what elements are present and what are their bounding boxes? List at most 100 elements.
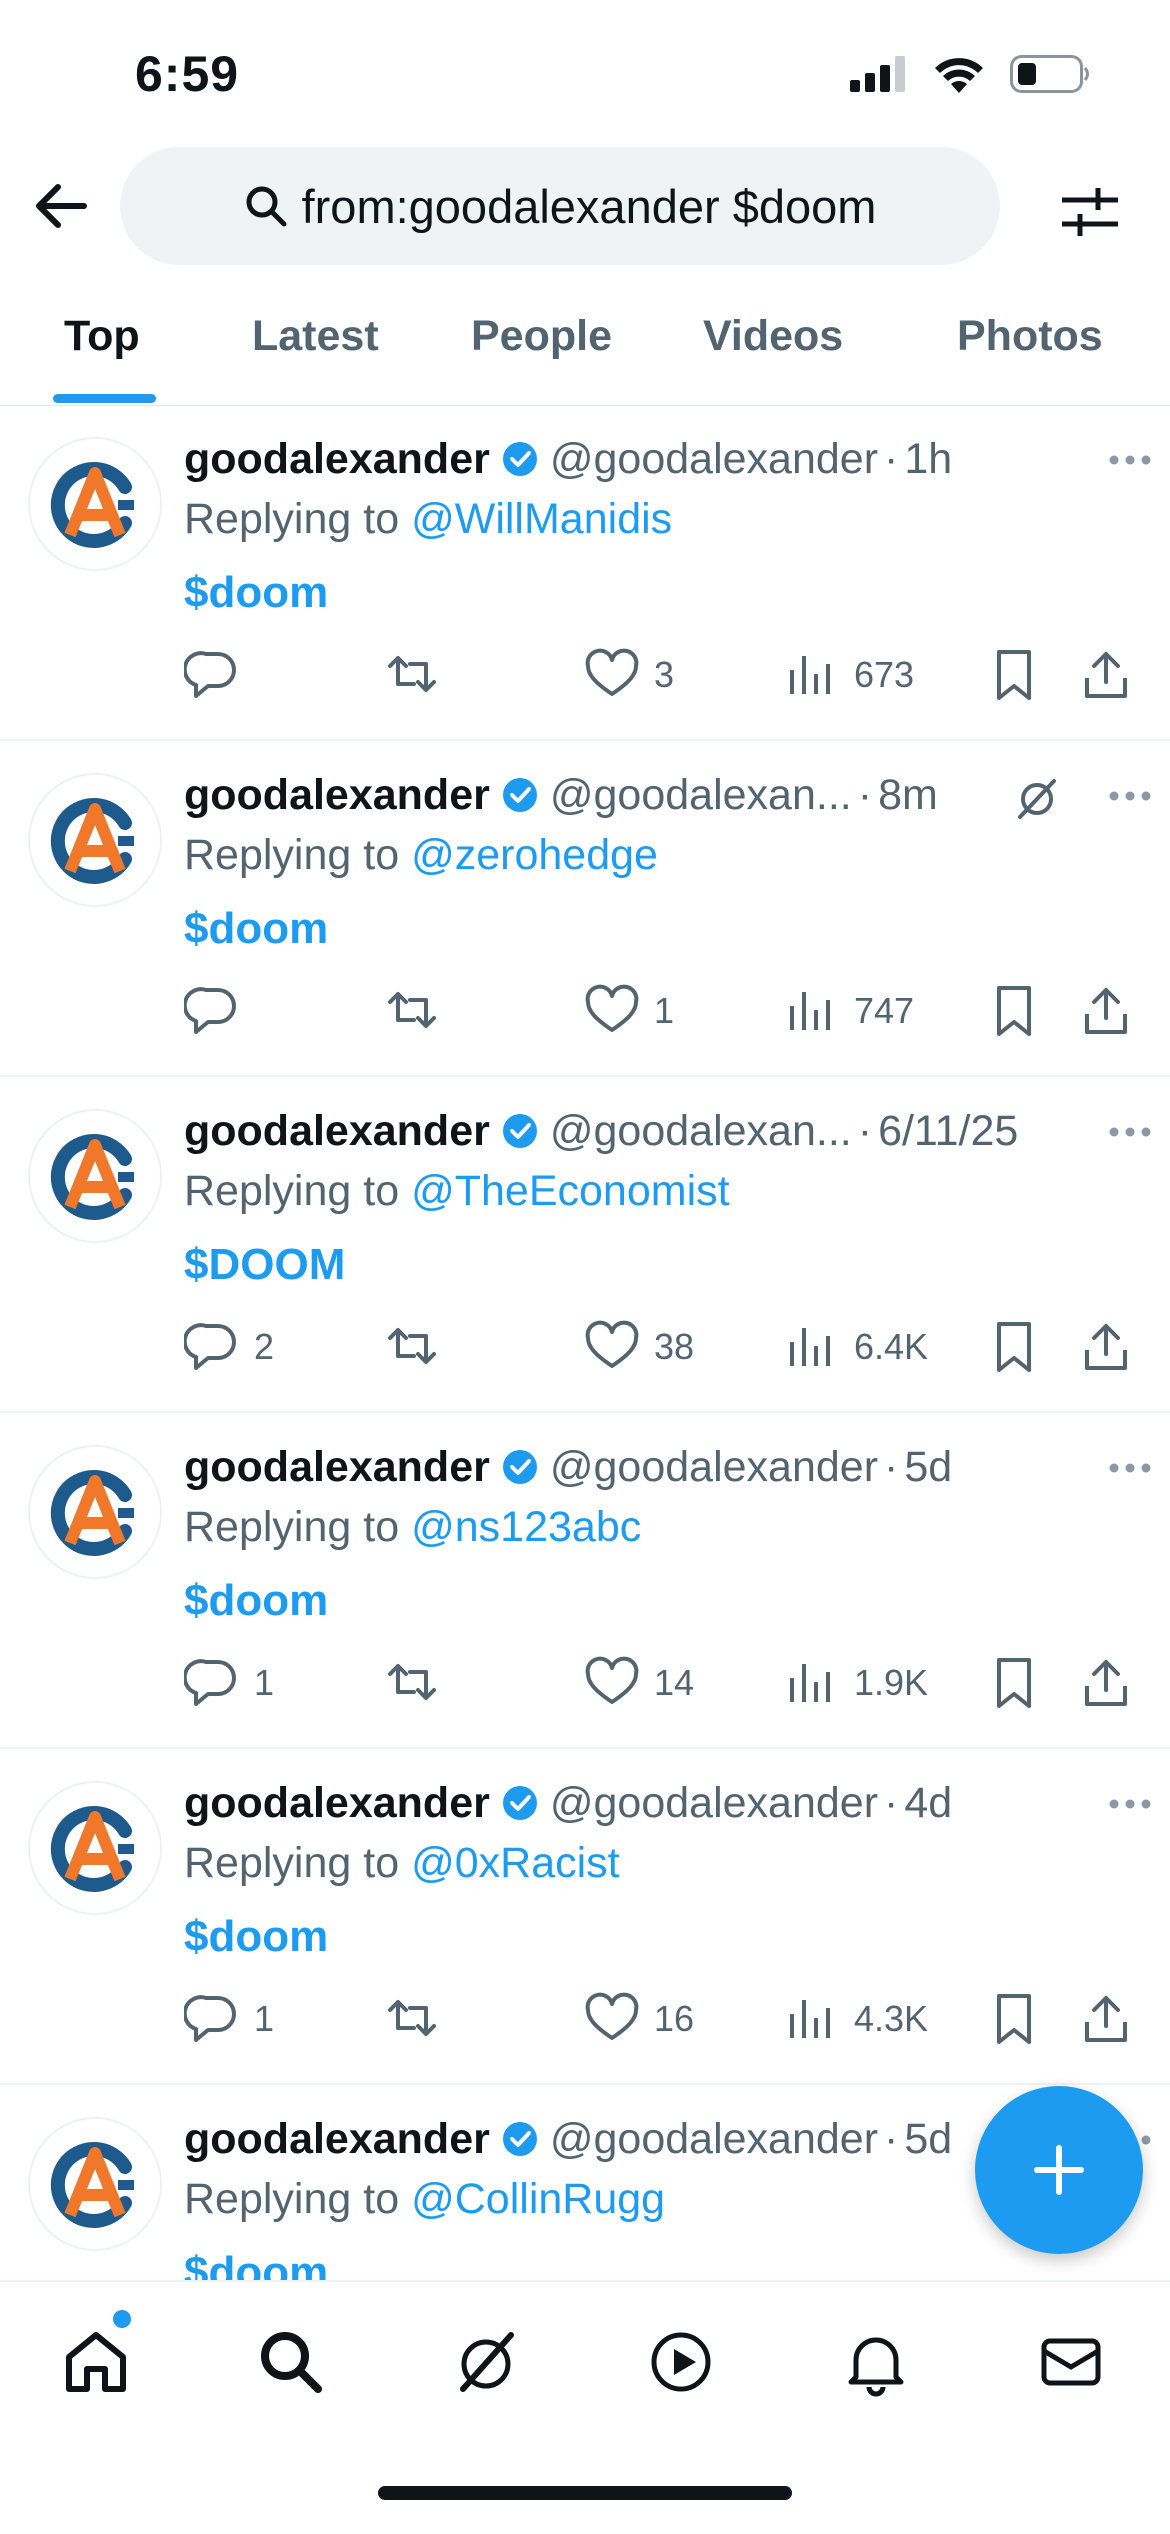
mention-link[interactable]: @WillManidis [411, 495, 672, 543]
author-name[interactable]: goodalexander [184, 435, 490, 484]
share-button[interactable] [1081, 1648, 1137, 1718]
reply-button[interactable]: 1 [184, 1648, 274, 1718]
nav-videos[interactable] [641, 2322, 721, 2402]
like-button[interactable]: 38 [584, 1312, 694, 1382]
tweet[interactable]: goodalexander @goodalexander · 5d Replying t… [0, 1413, 1170, 1749]
bookmark-button[interactable] [989, 640, 1045, 710]
avatar[interactable] [28, 1445, 162, 1579]
more-options-icon[interactable] [1108, 1461, 1152, 1475]
back-arrow-icon [36, 184, 87, 228]
views-button[interactable]: 6.4K [784, 1312, 928, 1382]
author-handle[interactable]: @goodalexander [550, 435, 878, 484]
author-name[interactable]: goodalexander [184, 1443, 490, 1492]
share-button[interactable] [1081, 1312, 1137, 1382]
share-button[interactable] [1081, 976, 1137, 1046]
nav-search[interactable] [251, 2322, 331, 2402]
views-button[interactable]: 673 [784, 640, 914, 710]
tweet[interactable]: goodalexander @goodalexander · 4d Replying t… [0, 1749, 1170, 2085]
author-handle[interactable]: @goodalexander [550, 2115, 878, 2164]
tweet-text[interactable]: $doom [184, 899, 1146, 959]
reply-icon [184, 1992, 240, 2046]
retweet-button[interactable] [384, 1312, 454, 1382]
retweet-button[interactable] [384, 1984, 454, 2054]
replying-to-label: Replying to [184, 495, 400, 543]
retweet-button[interactable] [384, 640, 454, 710]
search-filters-button[interactable] [1058, 180, 1122, 244]
nav-home[interactable] [56, 2322, 136, 2402]
tweet[interactable]: goodalexander @goodalexan... · 8m Replying t… [0, 741, 1170, 1077]
reply-button[interactable] [184, 640, 254, 710]
replying-to-label: Replying to [184, 2175, 400, 2223]
more-options-icon[interactable] [1108, 1797, 1152, 1811]
like-button[interactable]: 1 [584, 976, 674, 1046]
mention-link[interactable]: @CollinRugg [411, 2175, 665, 2223]
tweet-header: goodalexander @goodalexander · 1h [184, 429, 1146, 489]
retweet-button[interactable] [384, 1648, 454, 1718]
tweet-timestamp[interactable]: 5d [904, 2115, 952, 2164]
search-input[interactable]: from:goodalexander $doom [120, 147, 1000, 265]
mention-link[interactable]: @TheEconomist [411, 1167, 730, 1215]
tweet-timestamp[interactable]: 6/11/25 [878, 1107, 1018, 1156]
author-handle[interactable]: @goodalexander [550, 1443, 878, 1492]
tweet-text[interactable]: $doom [184, 1907, 1146, 1967]
author-handle[interactable]: @goodalexan... [550, 1107, 852, 1156]
bookmark-button[interactable] [989, 1984, 1045, 2054]
tweet-timestamp[interactable]: 5d [904, 1443, 952, 1492]
avatar[interactable] [28, 2117, 162, 2251]
bookmark-button[interactable] [989, 1648, 1045, 1718]
author-name[interactable]: goodalexander [184, 771, 490, 820]
views-button[interactable]: 747 [784, 976, 914, 1046]
tweet-text[interactable]: $doom [184, 563, 1146, 623]
avatar[interactable] [28, 773, 162, 907]
heart-icon [584, 984, 640, 1038]
tweet-timestamp[interactable]: 4d [904, 1779, 952, 1828]
more-options-icon[interactable] [1108, 1125, 1152, 1139]
share-button[interactable] [1081, 640, 1137, 710]
author-handle[interactable]: @goodalexander [550, 1779, 878, 1828]
nav-notifications[interactable] [836, 2322, 916, 2402]
avatar[interactable] [28, 1781, 162, 1915]
tab-people[interactable]: People [471, 312, 612, 361]
author-name[interactable]: goodalexander [184, 1107, 490, 1156]
back-button[interactable] [30, 175, 92, 237]
views-button[interactable]: 1.9K [784, 1648, 928, 1718]
views-button[interactable]: 4.3K [784, 1984, 928, 2054]
tab-photos[interactable]: Photos [957, 312, 1103, 361]
nav-messages[interactable] [1031, 2322, 1111, 2402]
grok-icon[interactable] [1014, 775, 1060, 821]
share-button[interactable] [1081, 1984, 1137, 2054]
bookmark-button[interactable] [989, 976, 1045, 1046]
tweet-text[interactable]: $DOOM [184, 1235, 1146, 1295]
mention-link[interactable]: @ns123abc [411, 1503, 641, 1551]
author-name[interactable]: goodalexander [184, 1779, 490, 1828]
tab-top[interactable]: Top [64, 312, 140, 361]
bookmark-button[interactable] [989, 1312, 1045, 1382]
tweet-text[interactable]: $doom [184, 2243, 1146, 2280]
tweet-timestamp[interactable]: 1h [904, 435, 952, 484]
more-options-icon[interactable] [1108, 789, 1152, 803]
tab-latest[interactable]: Latest [252, 312, 379, 361]
reply-button[interactable] [184, 976, 254, 1046]
plus-icon [1034, 2145, 1084, 2195]
compose-post-button[interactable] [975, 2086, 1143, 2254]
avatar[interactable] [28, 1109, 162, 1243]
more-options-icon[interactable] [1108, 453, 1152, 467]
author-name[interactable]: goodalexander [184, 2115, 490, 2164]
mention-link[interactable]: @zerohedge [411, 831, 658, 879]
author-handle[interactable]: @goodalexan... [550, 771, 852, 820]
like-button[interactable]: 14 [584, 1648, 694, 1718]
reply-button[interactable]: 1 [184, 1984, 274, 2054]
tab-videos[interactable]: Videos [703, 312, 843, 361]
tweet-text[interactable]: $doom [184, 1571, 1146, 1631]
nav-grok[interactable] [446, 2322, 526, 2402]
like-button[interactable]: 16 [584, 1984, 694, 2054]
avatar[interactable] [28, 437, 162, 571]
retweet-button[interactable] [384, 976, 454, 1046]
tweet-timestamp[interactable]: 8m [878, 771, 938, 820]
tweet[interactable]: goodalexander @goodalexander · 1h Replying t… [0, 405, 1170, 741]
search-results-feed[interactable]: goodalexander @goodalexander · 1h Replying t… [0, 405, 1170, 2280]
reply-button[interactable]: 2 [184, 1312, 274, 1382]
like-button[interactable]: 3 [584, 640, 674, 710]
tweet[interactable]: goodalexander @goodalexan... · 6/11/25 Reply… [0, 1077, 1170, 1413]
mention-link[interactable]: @0xRacist [411, 1839, 620, 1887]
